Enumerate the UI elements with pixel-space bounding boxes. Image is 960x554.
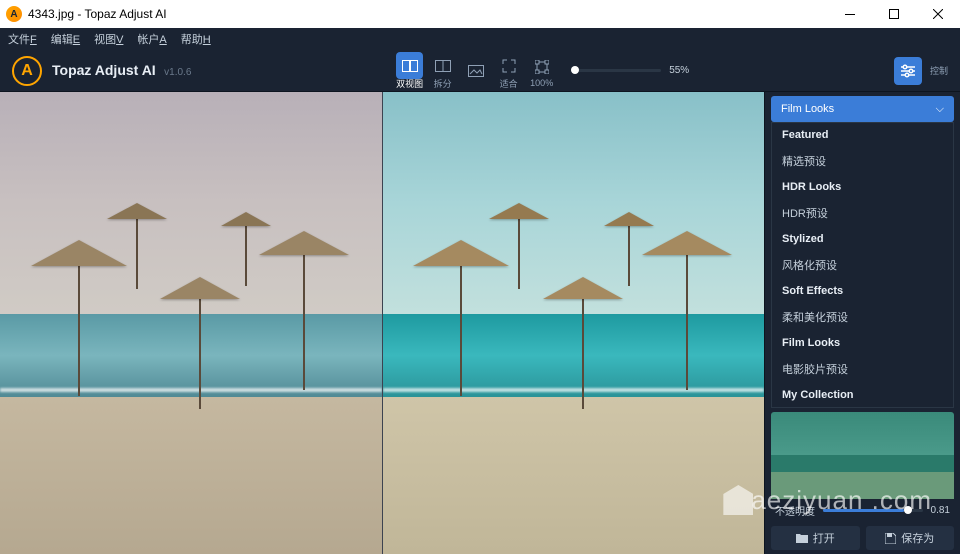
app-icon: A <box>6 6 22 22</box>
menubar: 文件F 编辑E 视图V 帐户A 帮助H <box>0 28 960 50</box>
menu-view[interactable]: 视图V <box>94 31 123 47</box>
window-title: 4343.jpg - Topaz Adjust AI <box>28 7 167 21</box>
original-pane <box>0 92 382 554</box>
open-button[interactable]: 打开 <box>771 526 860 550</box>
zoom-value: 55% <box>669 65 689 76</box>
menu-account[interactable]: 帐户A <box>137 31 166 47</box>
maximize-button[interactable] <box>872 0 916 28</box>
category-list: Featured精选预设HDR LooksHDR预设Stylized风格化预设S… <box>771 122 954 408</box>
window-titlebar: A 4343.jpg - Topaz Adjust AI <box>0 0 960 28</box>
panel-label: 控制 <box>930 64 948 77</box>
processed-pane <box>382 92 765 554</box>
opacity-value: 0.81 <box>931 505 950 516</box>
zoom-slider[interactable] <box>571 69 661 72</box>
opacity-label: 不透明度 <box>775 503 815 518</box>
save-icon <box>885 533 896 544</box>
toolbar: A Topaz Adjust AI v1.0.6 双视图 拆分 适合 100% … <box>0 50 960 92</box>
category-item[interactable]: My Collection <box>772 383 953 407</box>
image-viewport[interactable] <box>0 92 764 554</box>
category-item[interactable]: 风格化预设 <box>772 251 953 279</box>
side-panel: Film Looks ⌵ Featured精选预设HDR LooksHDR预设S… <box>764 92 960 554</box>
category-item[interactable]: HDR预设 <box>772 199 953 227</box>
category-item[interactable]: HDR Looks <box>772 175 953 199</box>
menu-file[interactable]: 文件F <box>8 31 37 47</box>
zoom-100-button[interactable] <box>528 53 555 80</box>
category-item[interactable]: Film Looks <box>772 331 953 355</box>
logo-icon: A <box>12 56 42 86</box>
category-item[interactable]: 精选预设 <box>772 147 953 175</box>
app-version: v1.0.6 <box>164 67 191 78</box>
category-dropdown[interactable]: Film Looks ⌵ <box>771 96 954 122</box>
category-item[interactable]: Stylized <box>772 227 953 251</box>
preset-thumb[interactable] <box>771 412 954 499</box>
category-item[interactable]: 柔和美化预设 <box>772 303 953 331</box>
app-title: Topaz Adjust AI <box>52 62 156 78</box>
minimize-button[interactable] <box>828 0 872 28</box>
menu-help[interactable]: 帮助H <box>181 31 211 47</box>
category-item[interactable]: 电影胶片预设 <box>772 355 953 383</box>
split-view-button[interactable] <box>429 52 456 79</box>
folder-icon <box>796 533 808 543</box>
menu-edit[interactable]: 编辑E <box>51 31 80 47</box>
close-button[interactable] <box>916 0 960 28</box>
dual-view-button[interactable] <box>396 52 423 79</box>
category-item[interactable]: Soft Effects <box>772 279 953 303</box>
chevron-down-icon: ⌵ <box>936 103 944 116</box>
settings-button[interactable] <box>894 57 922 85</box>
opacity-slider[interactable] <box>823 509 923 512</box>
save-as-button[interactable]: 保存为 <box>866 526 955 550</box>
category-item[interactable]: Featured <box>772 123 953 147</box>
fit-button[interactable] <box>495 52 522 79</box>
image-view-button[interactable] <box>462 57 489 84</box>
